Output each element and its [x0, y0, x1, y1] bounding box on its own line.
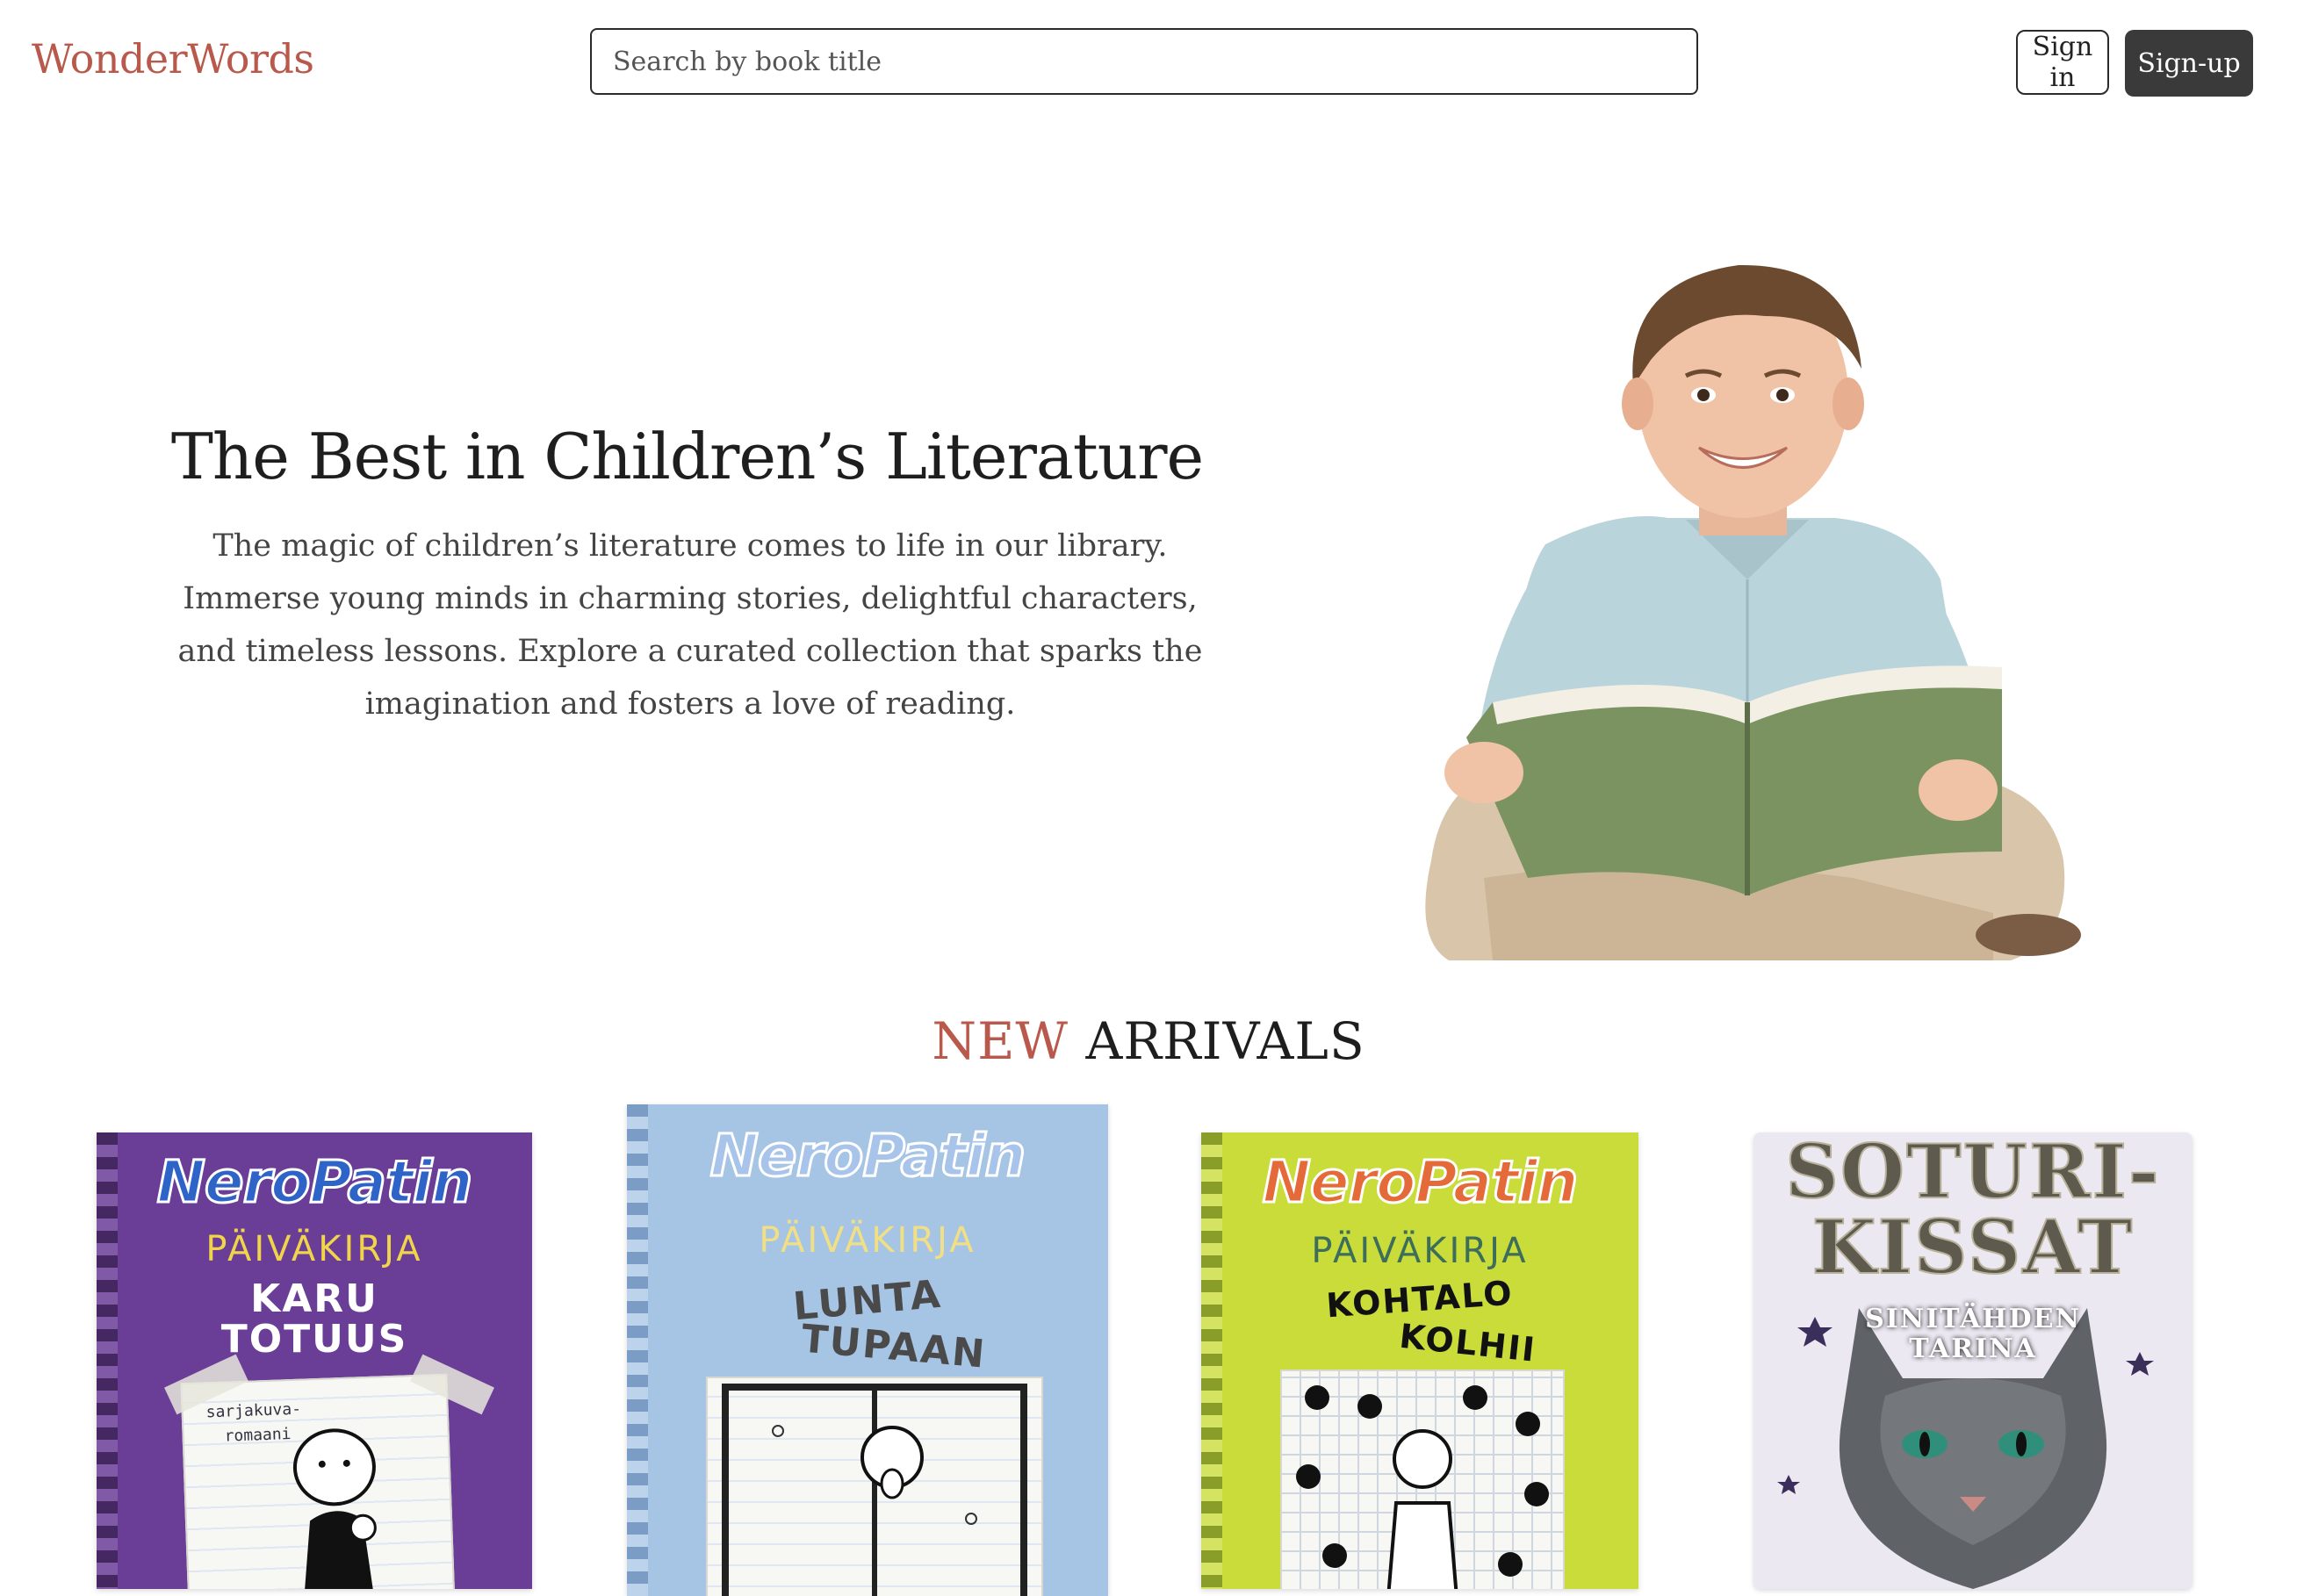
hero-title: The Best in Children’s Literature	[170, 420, 1204, 493]
book-series-line1: SOTURI-	[1784, 1132, 2161, 1215]
sign-in-button[interactable]: Sign in	[2016, 30, 2109, 95]
book-note-line1: sarjakuva-	[205, 1399, 302, 1422]
sign-up-button[interactable]: Sign-up	[2125, 30, 2253, 97]
book-cover-paper	[706, 1377, 1043, 1596]
top-navigation: WonderWords Sign in Sign-up	[0, 0, 2297, 127]
book-subseries: PÄIVÄKIRJA	[1311, 1231, 1529, 1271]
book-subtitle-line1: SINITÄHDEN	[1865, 1304, 2081, 1334]
book-card-soturikissat[interactable]: SOTURI- KISSAT SINITÄHDEN TARINA	[1753, 1132, 2193, 1589]
new-arrivals-label: ARRIVALS	[1085, 1011, 1365, 1071]
eight-balls-icon	[1296, 1385, 1549, 1589]
book-cover-paper: sarjakuva- romaani	[180, 1373, 456, 1589]
window-scene-icon	[722, 1384, 1027, 1596]
book-series-title: NeroPatin	[709, 1121, 1027, 1191]
book-title-line1: KARU	[250, 1276, 378, 1321]
book-series-line2: KISSAT	[1811, 1204, 2135, 1290]
book-subseries: PÄIVÄKIRJA	[205, 1229, 423, 1269]
book-series-title: NeroPatin	[155, 1147, 474, 1218]
book-card-lunta-tupaan[interactable]: NeroPatin PÄIVÄKIRJA LUNTA TUPAAN	[627, 1104, 1108, 1596]
book-series-title: NeroPatin	[1261, 1147, 1580, 1218]
brand-logo[interactable]: WonderWords	[32, 35, 314, 83]
wimpy-kid-figure-icon	[292, 1428, 377, 1589]
book-subtitle-line2: TARINA	[1909, 1334, 2037, 1364]
hero-description: The magic of children’s literature comes…	[177, 528, 1203, 722]
new-arrivals-accent: NEW	[932, 1011, 1069, 1071]
search-input[interactable]	[590, 28, 1698, 95]
book-card-kohtalo-kolhii[interactable]: NeroPatin PÄIVÄKIRJA KOHTALO KOLHII	[1201, 1132, 1638, 1589]
hero-boy-reading-image	[1425, 264, 2081, 960]
new-arrivals-heading: NEW ARRIVALS	[0, 1011, 2297, 1071]
book-title-line2: TOTUUS	[220, 1317, 408, 1362]
book-card-karu-totuus[interactable]: NeroPatin PÄIVÄKIRJA KARU TOTUUS sarjaku…	[97, 1132, 532, 1589]
book-subseries: PÄIVÄKIRJA	[759, 1220, 976, 1261]
book-cover-paper	[1280, 1370, 1565, 1589]
